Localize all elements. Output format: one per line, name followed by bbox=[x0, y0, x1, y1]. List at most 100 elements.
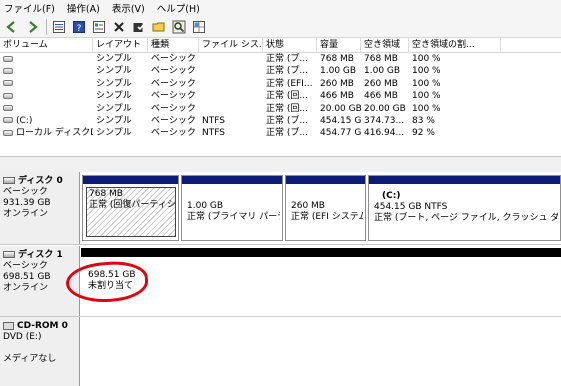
menu-view[interactable]: 表示(V) bbox=[112, 1, 145, 15]
volume-row[interactable]: シンプル ベーシック 正常 (回... 20.00 GB 20.00 GB 100 % bbox=[0, 103, 561, 115]
menu-help[interactable]: ヘルプ(H) bbox=[157, 1, 200, 15]
menu-bar: ファイル(F) 操作(A) 表示(V) ヘルプ(H) bbox=[0, 0, 561, 16]
cell-status: 正常 (プ... bbox=[266, 54, 308, 64]
disk-separator bbox=[0, 244, 561, 245]
cell-filesystem bbox=[199, 65, 263, 77]
volume-row[interactable]: シンプル ベーシック 正常 (回... 466 MB 466 MB 100 % bbox=[0, 90, 561, 102]
volume-row[interactable]: ローカル ディスクD (...シンプル ベーシック NTFS 正常 (ブ... 454.… bbox=[0, 127, 561, 139]
cell-capacity: 768 MB bbox=[320, 54, 354, 64]
cell-free-percent: 100 % bbox=[412, 103, 441, 114]
open-folder-icon[interactable] bbox=[151, 19, 167, 35]
cell-free-space: 374.73... bbox=[364, 115, 405, 126]
disk0-partition-c[interactable]: (C:) 454.15 GB NTFS 正常 (ブート, ページ ファイル, ク… bbox=[368, 175, 561, 241]
check-disk-icon[interactable] bbox=[131, 19, 147, 35]
list-view-icon[interactable] bbox=[51, 19, 67, 35]
help-icon[interactable]: ? bbox=[71, 19, 87, 35]
volume-name: (C:) bbox=[16, 115, 33, 126]
grid-icon[interactable] bbox=[191, 19, 207, 35]
cell-type: ベーシック bbox=[151, 115, 196, 126]
column-free-space[interactable]: 空き領域 bbox=[361, 38, 409, 53]
disk0-title: ディスク 0 bbox=[18, 176, 63, 186]
column-volume[interactable]: ボリューム bbox=[0, 38, 93, 53]
menu-file[interactable]: ファイル(F) bbox=[4, 1, 55, 15]
column-capacity[interactable]: 容量 bbox=[317, 38, 361, 53]
partition-size: 768 MB bbox=[89, 189, 123, 199]
cell-free-space: 20.00 GB bbox=[364, 103, 406, 114]
cell-capacity: 20.00 GB bbox=[320, 103, 361, 114]
cell-layout: シンプル bbox=[96, 66, 132, 77]
cell-status: 正常 (EFI... bbox=[266, 78, 313, 89]
volume-row[interactable]: シンプル ベーシック 正常 (プ... 768 MB 768 MB 100 % bbox=[0, 53, 561, 65]
cell-layout: シンプル bbox=[96, 54, 132, 64]
cdrom0-area bbox=[81, 316, 561, 386]
volume-icon bbox=[3, 129, 13, 136]
volume-rows: シンプル ベーシック 正常 (プ... 768 MB 768 MB 100 % シンプル ベー… bbox=[0, 53, 561, 140]
volume-list: ボリューム レイアウト 種類 ファイル シス... 状態 容量 空き領域 空き領… bbox=[0, 38, 561, 156]
cdrom0-title: CD-ROM 0 bbox=[17, 321, 68, 331]
disk0-partition-recovery[interactable]: 768 MB 正常 (回復パーティション) bbox=[82, 175, 179, 241]
cell-free-percent: 100 % bbox=[412, 66, 441, 77]
disk1-unallocated-space[interactable] bbox=[81, 246, 561, 316]
cell-status: 正常 (ブ... bbox=[266, 128, 308, 139]
cdrom0-drive: DVD (E:) bbox=[3, 332, 42, 342]
disk1-type: ベーシック bbox=[3, 261, 48, 271]
search-icon[interactable] bbox=[171, 19, 187, 35]
pane-splitter[interactable] bbox=[0, 156, 561, 172]
partition-size: 260 MB bbox=[291, 201, 325, 211]
cell-filesystem bbox=[199, 53, 263, 65]
cell-volume bbox=[0, 78, 93, 90]
disk0-status: オンライン bbox=[3, 209, 49, 219]
cell-status: 正常 (ブ... bbox=[266, 115, 308, 126]
forward-icon[interactable] bbox=[24, 19, 40, 35]
disk0-size: 931.39 GB bbox=[3, 198, 51, 208]
volume-row[interactable]: シンプル ベーシック 正常 (プ... 1.00 GB 1.00 GB 100 % bbox=[0, 65, 561, 77]
volume-list-header: ボリューム レイアウト 種類 ファイル シス... 状態 容量 空き領域 空き領… bbox=[0, 38, 561, 53]
partition-size: 1.00 GB bbox=[187, 201, 224, 211]
cell-volume bbox=[0, 65, 93, 77]
cell-layout: シンプル bbox=[96, 128, 132, 139]
disk1-status: オンライン bbox=[3, 283, 49, 293]
delete-icon[interactable] bbox=[111, 19, 127, 35]
properties-icon[interactable] bbox=[91, 19, 107, 35]
disk0-partition-efi[interactable]: 260 MB 正常 (EFI システム パーティション) bbox=[285, 175, 366, 241]
volume-icon bbox=[3, 105, 13, 112]
cell-volume bbox=[0, 53, 93, 65]
volume-row[interactable]: シンプル ベーシック 正常 (EFI... 260 MB 260 MB 100 % bbox=[0, 78, 561, 90]
partition-status: 正常 (プライマリ パーティション) bbox=[187, 212, 280, 222]
cell-type: ベーシック bbox=[151, 54, 196, 64]
volume-row[interactable]: (C:) シンプル ベーシック NTFS 正常 (ブ... 454.15 GB374.73… bbox=[0, 115, 561, 127]
disk0-label[interactable]: ディスク 0 ベーシック 931.39 GB オンライン bbox=[0, 172, 80, 244]
cell-volume bbox=[0, 103, 93, 115]
cell-free-space: 466 MB bbox=[364, 91, 398, 102]
back-icon[interactable] bbox=[4, 19, 20, 35]
cdrom0-label[interactable]: CD-ROM 0 DVD (E:) メディアなし bbox=[0, 317, 80, 386]
cell-type: ベーシック bbox=[151, 78, 196, 89]
cell-free-percent: 92 % bbox=[412, 128, 435, 139]
column-free-percent[interactable]: 空き領域の割... bbox=[409, 38, 501, 53]
cell-status: 正常 (回... bbox=[266, 103, 308, 114]
disk-drive-icon bbox=[3, 177, 15, 184]
cdrom0-media: メディアなし bbox=[3, 354, 57, 364]
column-layout[interactable]: レイアウト bbox=[93, 38, 148, 53]
column-filesystem[interactable]: ファイル シス... bbox=[199, 38, 263, 53]
cell-capacity: 466 MB bbox=[320, 91, 354, 102]
cell-layout: シンプル bbox=[96, 103, 132, 114]
column-status[interactable]: 状態 bbox=[263, 38, 317, 53]
menu-action[interactable]: 操作(A) bbox=[67, 1, 100, 15]
cell-type: ベーシック bbox=[151, 128, 196, 139]
cell-free-space: 416.94... bbox=[364, 128, 405, 139]
cell-capacity: 454.77 GB bbox=[320, 128, 361, 139]
cell-filesystem: NTFS bbox=[202, 115, 225, 126]
disk0-partition-primary[interactable]: 1.00 GB 正常 (プライマリ パーティション) bbox=[181, 175, 283, 241]
partition-status: 正常 (ブート, ページ ファイル, クラッシュ ダンプ, プライ bbox=[374, 213, 558, 223]
cell-free-percent: 100 % bbox=[412, 54, 441, 64]
cell-filesystem bbox=[199, 78, 263, 90]
cell-capacity: 260 MB bbox=[320, 78, 354, 89]
partition-name: (C:) bbox=[382, 191, 401, 201]
partition-size: 454.15 GB NTFS bbox=[374, 202, 448, 212]
cell-capacity: 1.00 GB bbox=[320, 66, 357, 77]
volume-icon bbox=[3, 117, 13, 124]
cell-layout: シンプル bbox=[96, 78, 132, 89]
column-type[interactable]: 種類 bbox=[148, 38, 199, 53]
volume-icon bbox=[3, 92, 13, 99]
